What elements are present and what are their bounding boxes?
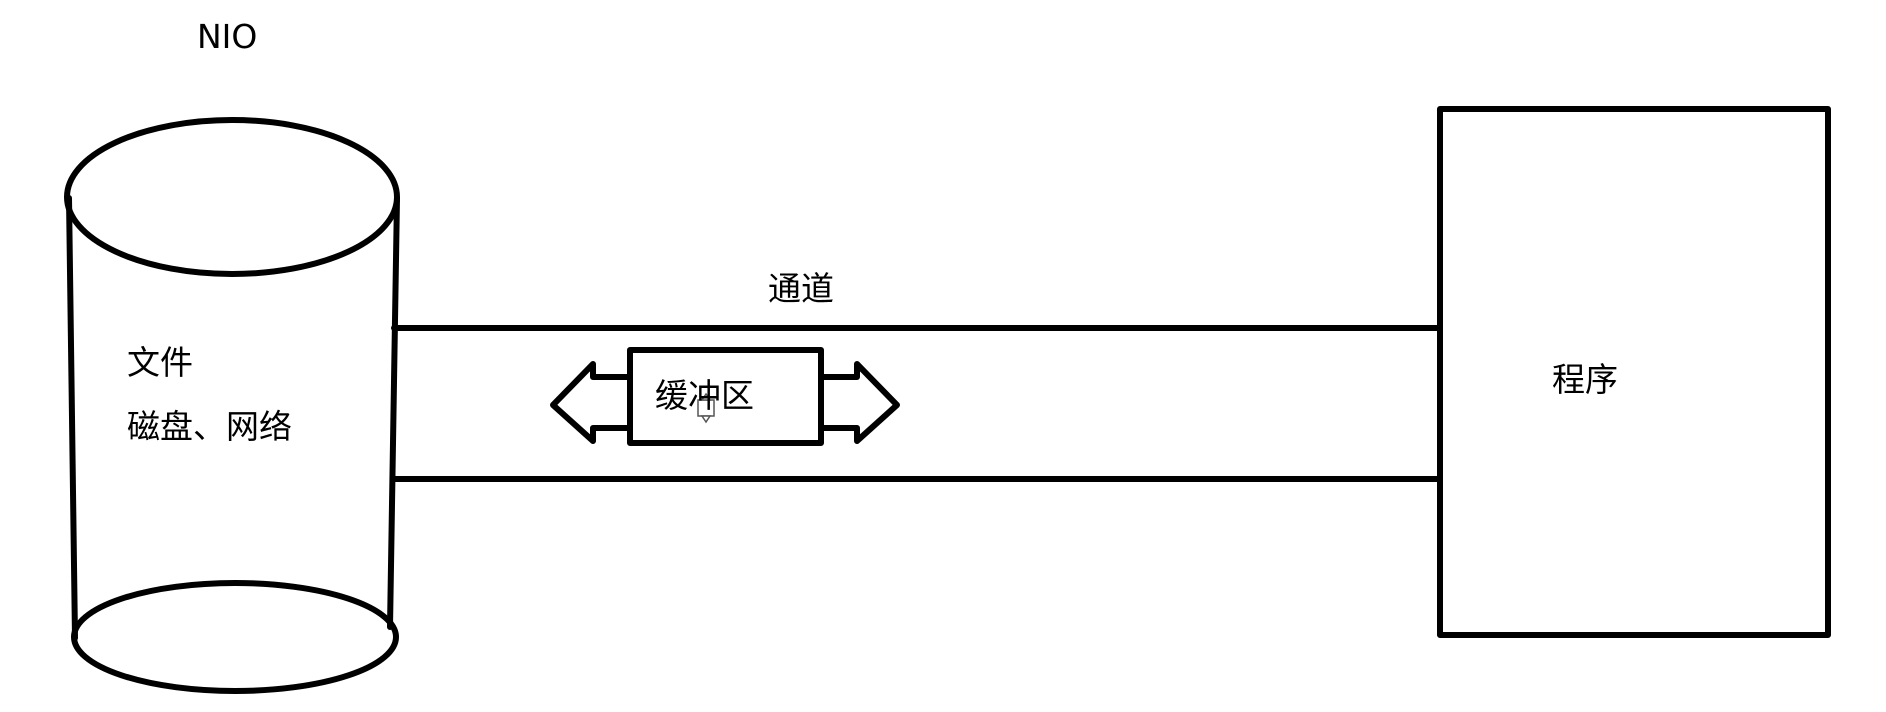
storage-label-disk-network: 磁盘、网络: [127, 407, 292, 446]
right-arrow-icon: [818, 361, 900, 444]
cylinder-right-side: [387, 195, 400, 630]
buffer-label: 缓冲区: [655, 376, 754, 415]
program-label: 程序: [1552, 360, 1618, 399]
channel-label: 通道: [768, 269, 834, 308]
storage-cylinder: [64, 117, 400, 694]
storage-label-file: 文件: [127, 343, 193, 382]
cylinder-left-side: [66, 195, 78, 641]
cylinder-top: [64, 117, 400, 277]
program-box: [1437, 106, 1831, 638]
diagram-svg: [64, 106, 1831, 694]
diagram-canvas: NIO 文件 磁盘、网络 通道 缓冲区 程序: [0, 0, 1886, 708]
left-arrow-icon: [550, 361, 633, 444]
cylinder-bottom: [71, 580, 399, 694]
diagram-title: NIO: [197, 17, 258, 56]
